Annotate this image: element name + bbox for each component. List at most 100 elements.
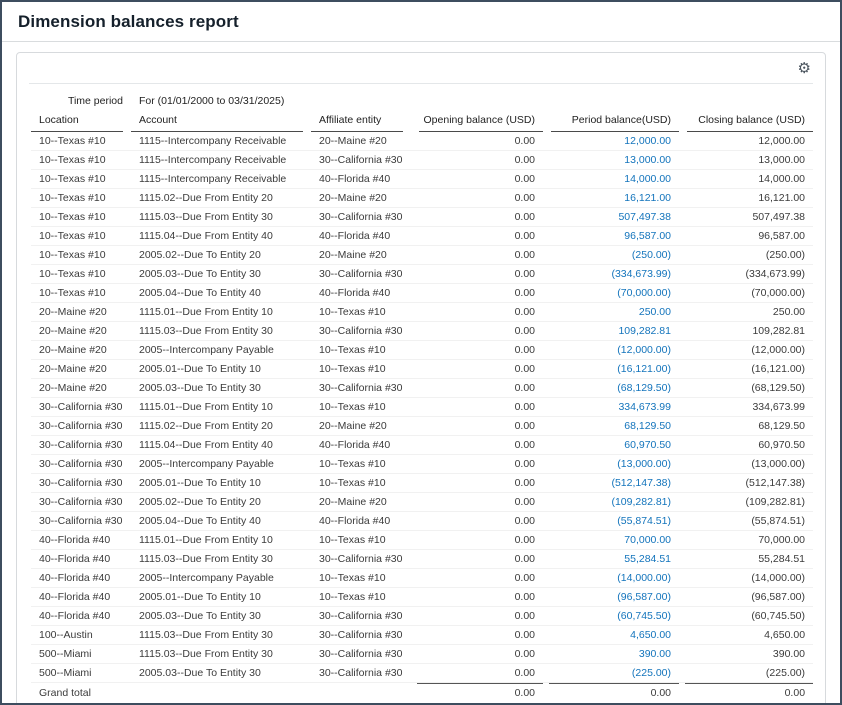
closing-balance-cell: (334,673.99) xyxy=(679,265,813,284)
affiliate-entity-cell: 20--Maine #20 xyxy=(311,493,411,512)
affiliate-entity-cell: 30--California #30 xyxy=(311,607,411,626)
time-period-label: Time period xyxy=(31,90,131,112)
affiliate-entity-cell: 20--Maine #20 xyxy=(311,132,411,151)
opening-balance-cell: 0.00 xyxy=(411,569,543,588)
closing-balance-cell: (16,121.00) xyxy=(679,360,813,379)
period-balance-link[interactable]: 12,000.00 xyxy=(624,135,671,147)
grand-total-closing-balance: 0.00 xyxy=(679,683,813,705)
period-balance-link[interactable]: (14,000.00) xyxy=(617,572,671,584)
opening-balance-cell: 0.00 xyxy=(411,474,543,493)
location-cell: 20--Maine #20 xyxy=(31,303,131,322)
location-cell: 20--Maine #20 xyxy=(31,341,131,360)
table-row: 10--Texas #101115--Intercompany Receivab… xyxy=(31,170,813,189)
account-cell: 1115.01--Due From Entity 10 xyxy=(131,303,311,322)
period-balance-link[interactable]: 96,587.00 xyxy=(624,230,671,242)
closing-balance-cell: (12,000.00) xyxy=(679,341,813,360)
period-balance-link[interactable]: 334,673.99 xyxy=(618,401,671,413)
grand-total-spacer xyxy=(311,683,411,705)
period-balance-cell: 14,000.00 xyxy=(543,170,679,189)
opening-balance-cell: 0.00 xyxy=(411,607,543,626)
account-cell: 2005.03--Due To Entity 30 xyxy=(131,607,311,626)
table-row: 40--Florida #401115.01--Due From Entity … xyxy=(31,531,813,550)
period-balance-link[interactable]: 109,282.81 xyxy=(618,325,671,337)
period-balance-cell: 70,000.00 xyxy=(543,531,679,550)
location-cell: 30--California #30 xyxy=(31,398,131,417)
affiliate-entity-cell: 40--Florida #40 xyxy=(311,512,411,531)
affiliate-entity-cell: 10--Texas #10 xyxy=(311,303,411,322)
period-balance-cell: (250.00) xyxy=(543,246,679,265)
closing-balance-cell: (70,000.00) xyxy=(679,284,813,303)
period-balance-link[interactable]: (55,874.51) xyxy=(617,515,671,527)
period-balance-link[interactable]: 250.00 xyxy=(639,306,671,318)
table-row: 20--Maine #202005--Intercompany Payable1… xyxy=(31,341,813,360)
period-balance-link[interactable]: 16,121.00 xyxy=(624,192,671,204)
affiliate-entity-cell: 30--California #30 xyxy=(311,151,411,170)
account-cell: 1115.01--Due From Entity 10 xyxy=(131,531,311,550)
closing-balance-cell: 109,282.81 xyxy=(679,322,813,341)
affiliate-entity-cell: 20--Maine #20 xyxy=(311,417,411,436)
table-row: 30--California #301115.01--Due From Enti… xyxy=(31,398,813,417)
period-balance-link[interactable]: (225.00) xyxy=(632,667,671,679)
account-cell: 2005.04--Due To Entity 40 xyxy=(131,512,311,531)
period-balance-link[interactable]: 68,129.50 xyxy=(624,420,671,432)
period-balance-link[interactable]: 4,650.00 xyxy=(630,629,671,641)
opening-balance-cell: 0.00 xyxy=(411,379,543,398)
period-balance-cell: 109,282.81 xyxy=(543,322,679,341)
time-period-row: Time period For (01/01/2000 to 03/31/202… xyxy=(31,90,813,112)
period-balance-link[interactable]: 507,497.38 xyxy=(618,211,671,223)
grand-total-period-balance: 0.00 xyxy=(543,683,679,705)
period-balance-link[interactable]: (96,587.00) xyxy=(617,591,671,603)
affiliate-entity-cell: 10--Texas #10 xyxy=(311,341,411,360)
period-balance-link[interactable]: (60,745.50) xyxy=(617,610,671,622)
period-balance-cell: 55,284.51 xyxy=(543,550,679,569)
location-cell: 30--California #30 xyxy=(31,417,131,436)
period-balance-link[interactable]: (68,129.50) xyxy=(617,382,671,394)
period-balance-link[interactable]: 70,000.00 xyxy=(624,534,671,546)
period-balance-link[interactable]: 14,000.00 xyxy=(624,173,671,185)
gear-icon[interactable]: ⚙ xyxy=(798,61,811,76)
period-balance-link[interactable]: 13,000.00 xyxy=(624,154,671,166)
location-cell: 40--Florida #40 xyxy=(31,531,131,550)
period-balance-link[interactable]: (109,282.81) xyxy=(611,496,671,508)
period-balance-cell: 16,121.00 xyxy=(543,189,679,208)
closing-balance-cell: (60,745.50) xyxy=(679,607,813,626)
period-balance-cell: 334,673.99 xyxy=(543,398,679,417)
period-balance-link[interactable]: 55,284.51 xyxy=(624,553,671,565)
opening-balance-cell: 0.00 xyxy=(411,132,543,151)
location-cell: 20--Maine #20 xyxy=(31,322,131,341)
opening-balance-cell: 0.00 xyxy=(411,455,543,474)
affiliate-entity-cell: 40--Florida #40 xyxy=(311,227,411,246)
period-balance-cell: 390.00 xyxy=(543,645,679,664)
table-row: 30--California #301115.02--Due From Enti… xyxy=(31,417,813,436)
period-balance-cell: (16,121.00) xyxy=(543,360,679,379)
period-balance-link[interactable]: 60,970.50 xyxy=(624,439,671,451)
table-row: 40--Florida #402005.03--Due To Entity 30… xyxy=(31,607,813,626)
opening-balance-cell: 0.00 xyxy=(411,208,543,227)
affiliate-entity-cell: 30--California #30 xyxy=(311,550,411,569)
location-cell: 10--Texas #10 xyxy=(31,246,131,265)
opening-balance-cell: 0.00 xyxy=(411,151,543,170)
opening-balance-cell: 0.00 xyxy=(411,588,543,607)
period-balance-link[interactable]: (250.00) xyxy=(632,249,671,261)
period-balance-link[interactable]: (16,121.00) xyxy=(617,363,671,375)
closing-balance-cell: 16,121.00 xyxy=(679,189,813,208)
period-balance-link[interactable]: (512,147.38) xyxy=(611,477,671,489)
card-toolbar: ⚙ xyxy=(17,53,825,83)
closing-balance-cell: (13,000.00) xyxy=(679,455,813,474)
affiliate-entity-cell: 30--California #30 xyxy=(311,322,411,341)
period-balance-cell: (70,000.00) xyxy=(543,284,679,303)
column-header-closing-balance: Closing balance (USD) xyxy=(679,112,813,132)
period-balance-link[interactable]: (13,000.00) xyxy=(617,458,671,470)
account-cell: 1115.02--Due From Entity 20 xyxy=(131,189,311,208)
period-balance-cell: (12,000.00) xyxy=(543,341,679,360)
period-balance-link[interactable]: (70,000.00) xyxy=(617,287,671,299)
closing-balance-cell: 390.00 xyxy=(679,645,813,664)
location-cell: 10--Texas #10 xyxy=(31,265,131,284)
table-row: 20--Maine #201115.03--Due From Entity 30… xyxy=(31,322,813,341)
grand-total-spacer xyxy=(131,683,311,705)
closing-balance-cell: 14,000.00 xyxy=(679,170,813,189)
period-balance-link[interactable]: 390.00 xyxy=(639,648,671,660)
period-balance-link[interactable]: (12,000.00) xyxy=(617,344,671,356)
location-cell: 10--Texas #10 xyxy=(31,227,131,246)
period-balance-link[interactable]: (334,673.99) xyxy=(611,268,671,280)
